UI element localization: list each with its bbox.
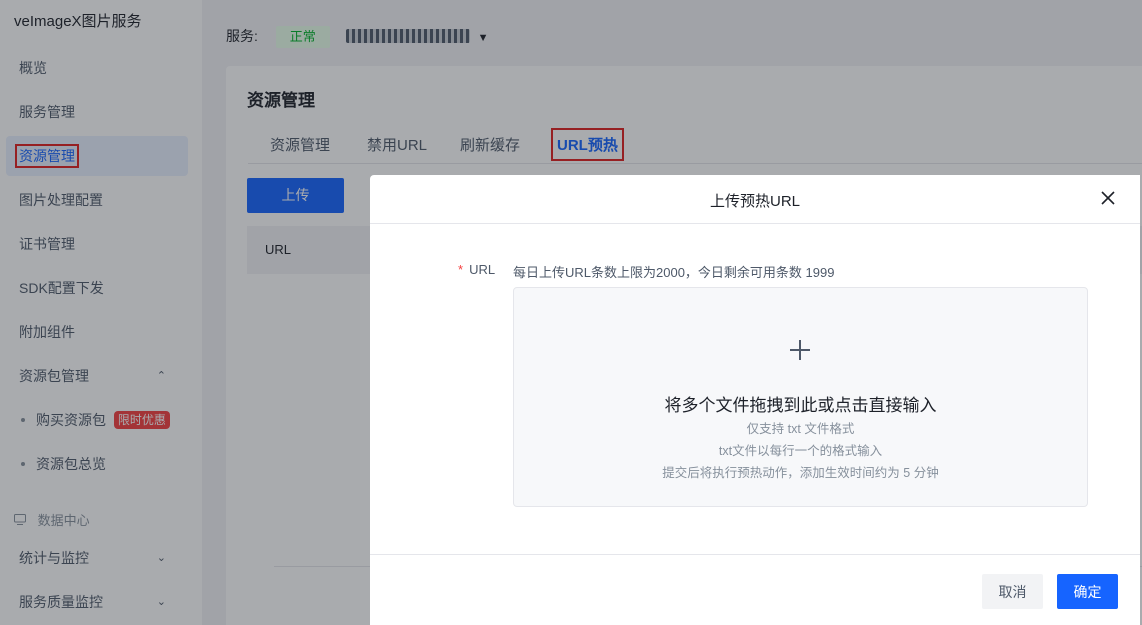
dialog-header: 上传预热URL (370, 175, 1140, 224)
confirm-button[interactable]: 确定 (1057, 574, 1118, 609)
dropzone-hint-line-format: txt文件以每行一个的格式输入 (718, 444, 883, 458)
dropzone-hint-effect-time: 提交后将执行预热动作，添加生效时间约为 5 分钟 (662, 466, 939, 480)
close-icon (1101, 190, 1115, 205)
required-mark: * (458, 262, 464, 277)
url-field-label: * URL (458, 262, 495, 277)
upload-preheat-url-dialog: 上传预热URL * URL 每日上传URL条数上限为2000，今日剩余可用条数 1… (370, 175, 1140, 625)
dialog-title: 上传预热URL (709, 193, 800, 210)
url-label-text: URL (469, 262, 496, 277)
url-limit-hint: 每日上传URL条数上限为2000，今日剩余可用条数 1999 (513, 265, 835, 280)
dropzone-main-text: 将多个文件拖拽到此或点击直接输入 (664, 396, 937, 415)
close-button[interactable] (1096, 187, 1120, 211)
file-dropzone[interactable]: 将多个文件拖拽到此或点击直接输入 仅支持 txt 文件格式 txt文件以每行一个… (513, 287, 1088, 507)
dropzone-hint-format: 仅支持 txt 文件格式 (746, 422, 855, 436)
cancel-button[interactable]: 取消 (982, 574, 1043, 609)
plus-icon (790, 340, 810, 360)
dialog-footer: 取消 确定 (370, 554, 1140, 625)
